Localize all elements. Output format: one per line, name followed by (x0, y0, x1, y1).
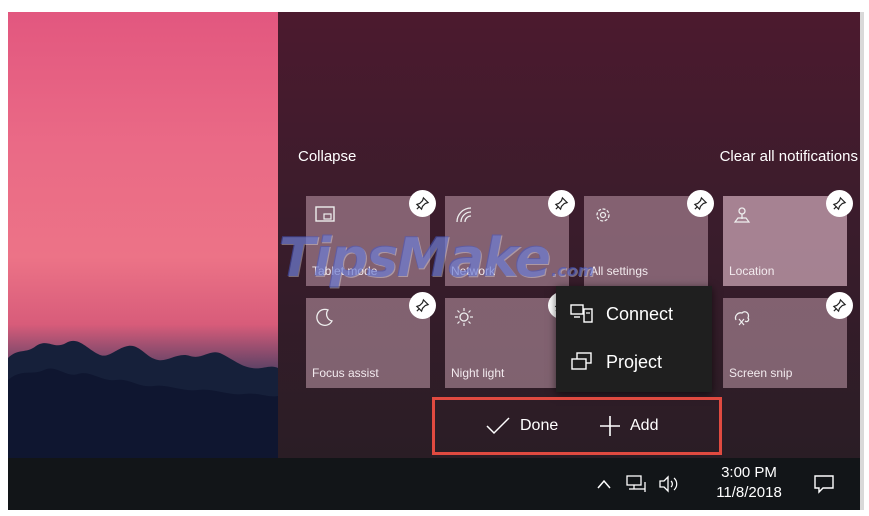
clock-time: 3:00 PM (721, 464, 777, 481)
screen-snip-icon (734, 311, 750, 326)
sun-icon (455, 308, 473, 326)
tile-label: Location (729, 264, 775, 278)
done-button[interactable]: Done (485, 400, 558, 452)
window-edge (860, 12, 864, 510)
network-icon (456, 207, 472, 223)
tile-screen-snip[interactable]: Screen snip (723, 292, 853, 388)
tile-label: All settings (590, 264, 649, 278)
screenshot-frame: Collapse Clear all notifications Tablet … (8, 12, 864, 510)
action-center-icon[interactable] (798, 458, 850, 510)
connect-icon (570, 304, 593, 323)
location-icon (733, 207, 751, 223)
desktop-wallpaper (8, 12, 278, 458)
add-label: Add (630, 417, 659, 434)
tile-network[interactable]: Network (445, 190, 575, 286)
tile-location[interactable]: Location (723, 190, 853, 286)
tree-silhouette (8, 340, 278, 458)
edit-actions-highlight: Done Add (432, 397, 722, 455)
tile-all-settings[interactable]: All settings (584, 190, 714, 286)
tile-label: Screen snip (729, 366, 793, 380)
network-icon[interactable] (625, 458, 647, 510)
unpin-icon[interactable] (409, 292, 436, 319)
taskbar-clock[interactable]: 3:00 PM 11/8/2018 (704, 463, 794, 503)
tile-label: Focus assist (312, 366, 379, 380)
collapse-link[interactable]: Collapse (298, 148, 356, 165)
gear-icon (596, 208, 610, 222)
plus-icon (600, 416, 620, 436)
add-button[interactable]: Add (599, 400, 658, 452)
tile-label: Tablet mode (312, 264, 378, 278)
tablet-mode-icon (315, 206, 335, 222)
menu-item-connect[interactable]: Connect (556, 290, 712, 338)
add-quick-action-menu: Connect Project (556, 286, 712, 392)
project-icon (571, 352, 592, 370)
menu-item-project[interactable]: Project (556, 338, 712, 386)
clock-date: 11/8/2018 (716, 484, 782, 501)
checkmark-icon (486, 417, 510, 435)
taskbar: 3:00 PM 11/8/2018 (8, 458, 864, 510)
menu-item-label: Connect (606, 303, 674, 324)
menu-item-label: Project (606, 351, 663, 372)
unpin-icon[interactable] (409, 190, 436, 217)
volume-icon[interactable] (657, 458, 681, 510)
tile-focus-assist[interactable]: Focus assist (306, 292, 436, 388)
unpin-icon[interactable] (687, 190, 714, 217)
chevron-up-icon[interactable] (596, 458, 612, 510)
tile-tablet-mode[interactable]: Tablet mode (306, 190, 436, 286)
tile-label: Night light (451, 366, 505, 380)
unpin-icon[interactable] (826, 190, 853, 217)
done-label: Done (520, 417, 559, 434)
moon-icon (316, 308, 333, 326)
unpin-icon[interactable] (548, 190, 575, 217)
clear-all-notifications-link[interactable]: Clear all notifications (720, 148, 858, 165)
tile-label: Network (451, 264, 496, 278)
unpin-icon[interactable] (826, 292, 853, 319)
tile-night-light[interactable]: Night light (445, 292, 575, 388)
